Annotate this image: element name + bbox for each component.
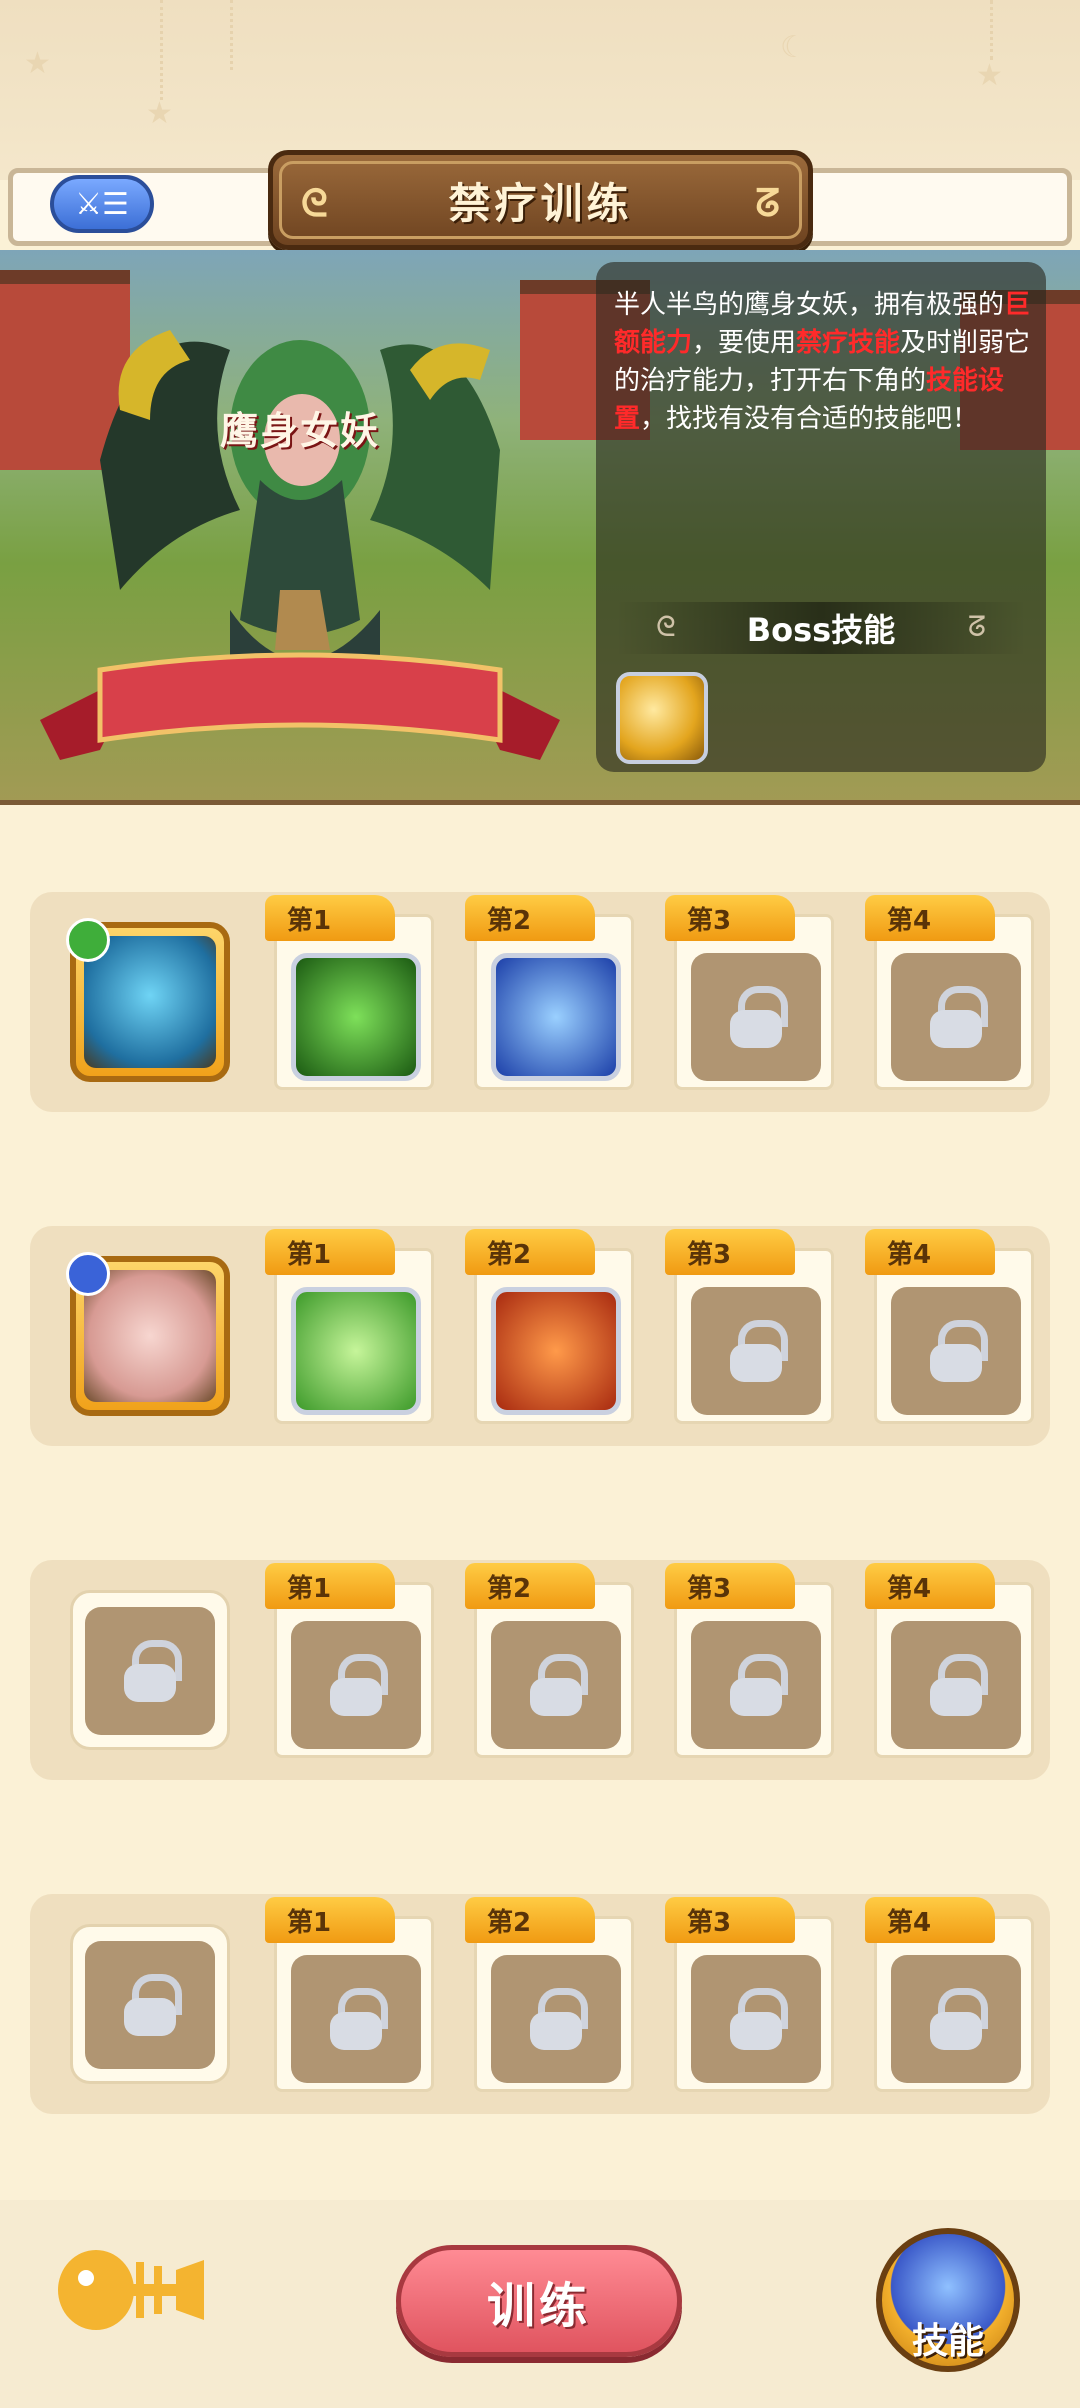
skill-settings-label: 技能 — [911, 2321, 984, 2362]
lock-icon — [122, 1640, 182, 1702]
slot-order-tag: 第4 — [865, 1229, 995, 1275]
lock-icon — [928, 1654, 988, 1716]
star-icon: ★ — [24, 46, 51, 81]
scene-divider — [0, 800, 1080, 836]
skill-slot[interactable]: 第2 — [465, 1563, 634, 1758]
skill-slot[interactable]: 第3 — [665, 1897, 834, 2092]
slot-order-tag: 第4 — [865, 895, 995, 941]
empty-hero-slot[interactable] — [70, 1924, 230, 2084]
slot-order-tag: 第3 — [665, 1563, 795, 1609]
hanging-string — [230, 0, 233, 70]
list-button[interactable]: ⚔☰ — [50, 175, 154, 233]
slot-order-tag: 第2 — [465, 1563, 595, 1609]
skill-slot[interactable]: 第4 — [865, 1563, 1034, 1758]
hero-portrait — [84, 936, 216, 1068]
lock-icon — [122, 1974, 182, 2036]
blue-hand-skill-icon — [491, 953, 621, 1081]
lock-icon — [928, 1988, 988, 2050]
skill-slot[interactable]: 第1 — [265, 1563, 434, 1758]
slot-order-tag: 第1 — [265, 895, 395, 941]
skill-row: 第1 第2 第3 第4 — [30, 892, 1050, 1112]
slot-order-tag: 第1 — [265, 1229, 395, 1275]
boss-name-ribbon — [40, 652, 560, 760]
swirl-left-icon: ᘓ — [301, 181, 328, 225]
lock-icon — [328, 1654, 388, 1716]
skill-row: 第1 第2 第3 第4 — [30, 1226, 1050, 1446]
boss-description: 半人半鸟的鹰身女妖，拥有极强的巨额能力，要使用禁疗技能及时削弱它的治疗能力，打开… — [614, 286, 1034, 438]
skill-slot[interactable]: 第2 — [465, 1897, 634, 2092]
description-text: ，要使用 — [692, 328, 797, 358]
swirl-right-icon: ᘔ — [967, 610, 986, 643]
golden-wing-icon[interactable] — [616, 672, 708, 764]
lock-icon — [528, 1654, 588, 1716]
lock-icon — [928, 1320, 988, 1382]
boss-skills-header: ᘓ Boss技能 ᘔ — [616, 602, 1026, 654]
swirl-left-icon: ᘓ — [656, 610, 676, 643]
slot-order-tag: 第4 — [865, 1897, 995, 1943]
skill-row: 第1 第2 第3 第4 — [30, 1560, 1050, 1780]
boss-scene: 鹰身女妖 半人半鸟的鹰身女妖，拥有极强的巨额能力，要使用禁疗技能及时削弱它的治疗… — [0, 250, 1080, 820]
highlight-text: 禁疗技能 — [796, 328, 901, 358]
green-spear-skill-icon — [291, 953, 421, 1081]
description-text: ，找找有没有合适的技能吧！ — [640, 404, 979, 434]
slot-order-tag: 第3 — [665, 1229, 795, 1275]
hero-portrait — [84, 1270, 216, 1402]
slot-order-tag: 第3 — [665, 1897, 795, 1943]
boss-skills-label: Boss技能 — [746, 611, 896, 649]
slot-order-tag: 第2 — [465, 895, 595, 941]
slot-order-tag: 第2 — [465, 1229, 595, 1275]
hanging-string — [990, 0, 993, 60]
skill-row: 第1 第2 第3 第4 — [30, 1894, 1050, 2114]
skill-slot[interactable]: 第1 — [265, 895, 434, 1090]
page-title: 禁疗训练 — [448, 178, 633, 228]
bow-badge-icon — [66, 918, 110, 962]
skill-slot[interactable]: 第2 — [465, 895, 634, 1090]
slot-order-tag: 第3 — [665, 895, 795, 941]
skill-slot[interactable]: 第3 — [665, 895, 834, 1090]
slot-order-tag: 第2 — [465, 1897, 595, 1943]
description-text: 半人半鸟的鹰身女妖，拥有极强的 — [614, 290, 1005, 320]
pink-pig-hero-icon[interactable] — [66, 1252, 230, 1416]
train-button[interactable]: 训练 — [396, 2245, 682, 2357]
skill-slot[interactable]: 第4 — [865, 895, 1034, 1090]
boss-name: 鹰身女妖 — [219, 409, 380, 453]
lock-icon — [328, 1988, 388, 2050]
lock-icon — [928, 986, 988, 1048]
slot-order-tag: 第1 — [265, 1563, 395, 1609]
lock-icon — [728, 1654, 788, 1716]
skill-slot[interactable]: 第3 — [665, 1563, 834, 1758]
slot-order-tag: 第1 — [265, 1897, 395, 1943]
skill-slot[interactable]: 第1 — [265, 1229, 434, 1424]
star-icon: ★ — [146, 96, 173, 131]
lock-icon — [728, 1320, 788, 1382]
slot-order-tag: 第4 — [865, 1563, 995, 1609]
empty-hero-slot[interactable] — [70, 1590, 230, 1750]
lock-icon — [728, 1988, 788, 2050]
red-fist-skill-icon — [491, 1287, 621, 1415]
lock-icon — [528, 1988, 588, 2050]
skill-slot[interactable]: 第4 — [865, 1229, 1034, 1424]
skill-slot[interactable]: 第4 — [865, 1897, 1034, 2092]
hanging-string — [160, 0, 163, 100]
skill-slot[interactable]: 第3 — [665, 1229, 834, 1424]
fishbone-icon[interactable] — [56, 2240, 206, 2340]
gem-badge-icon — [66, 1252, 110, 1296]
moon-icon: ☾ — [780, 30, 807, 65]
boss-info-panel: 半人半鸟的鹰身女妖，拥有极强的巨额能力，要使用禁疗技能及时削弱它的治疗能力，打开… — [596, 262, 1046, 772]
star-icon: ★ — [976, 58, 1003, 93]
list-icon: ⚔☰ — [75, 186, 129, 222]
title-plate: ᘓ 禁疗训练 ᘔ — [268, 150, 813, 250]
green-heal-hand-skill-icon — [291, 1287, 421, 1415]
blue-fish-hero-icon[interactable] — [66, 918, 230, 1082]
lock-icon — [728, 986, 788, 1048]
skill-slot[interactable]: 第2 — [465, 1229, 634, 1424]
swirl-right-icon: ᘔ — [755, 181, 780, 225]
skill-slot[interactable]: 第1 — [265, 1897, 434, 2092]
